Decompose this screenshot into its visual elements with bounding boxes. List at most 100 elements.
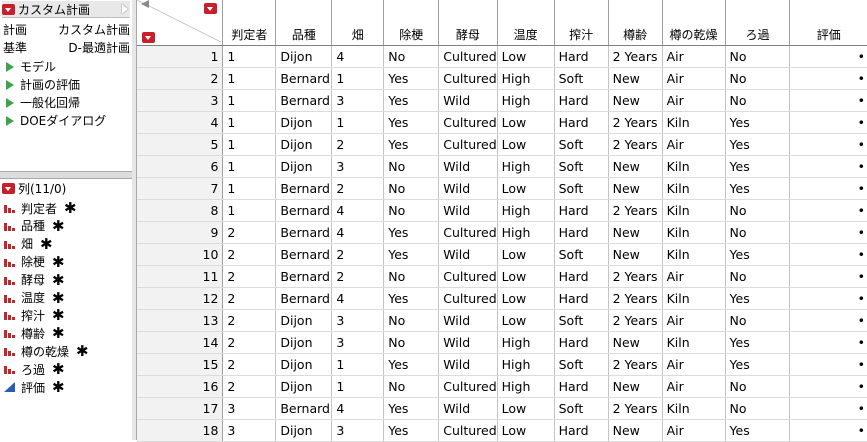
table-cell[interactable]: Wild xyxy=(438,199,498,222)
table-cell[interactable]: 4 xyxy=(331,199,385,222)
row-number[interactable]: 5 xyxy=(137,133,224,156)
table-cell[interactable]: 4 xyxy=(331,45,385,68)
table-cell[interactable]: • xyxy=(789,397,867,420)
table-cell[interactable]: No xyxy=(725,199,791,222)
table-cell[interactable]: 1 xyxy=(222,67,277,90)
table-cell[interactable]: High xyxy=(497,155,555,178)
table-cell[interactable]: Dijon xyxy=(275,45,333,68)
table-cell[interactable]: No xyxy=(725,397,791,420)
table-cell[interactable]: No xyxy=(383,265,440,288)
column-item[interactable]: 樽齢 ✱ xyxy=(3,324,65,342)
table-cell[interactable]: 1 xyxy=(331,67,385,90)
table-row[interactable]: 16 2 Dijon 1 No Cultured High Hard New Air No • xyxy=(137,375,867,398)
table-cell[interactable]: 3 xyxy=(331,155,385,178)
table-cell[interactable]: 1 xyxy=(222,199,277,222)
table-cell[interactable]: • xyxy=(789,419,867,442)
table-cell[interactable]: Soft xyxy=(554,353,609,376)
table-cell[interactable]: Hard xyxy=(554,331,609,354)
table-cell[interactable]: High xyxy=(497,199,555,222)
column-header[interactable]: 搾汁 xyxy=(554,0,609,46)
table-cell[interactable]: New xyxy=(608,243,663,266)
table-cell[interactable]: Yes xyxy=(725,287,791,310)
table-cell[interactable]: Yes xyxy=(725,243,791,266)
table-cell[interactable]: Soft xyxy=(554,155,609,178)
table-cell[interactable]: Cultured xyxy=(438,221,498,244)
column-header[interactable]: 判定者 xyxy=(222,0,277,46)
table-cell[interactable]: New xyxy=(608,155,663,178)
table-cell[interactable]: 3 xyxy=(331,309,385,332)
table-cell[interactable]: Air xyxy=(662,45,726,68)
table-cell[interactable]: Yes xyxy=(383,353,440,376)
table-cell[interactable]: Air xyxy=(662,265,726,288)
table-cell[interactable]: 4 xyxy=(331,397,385,420)
table-cell[interactable]: Kiln xyxy=(662,397,726,420)
table-cell[interactable]: 4 xyxy=(331,287,385,310)
table-cell[interactable]: • xyxy=(789,221,867,244)
columns-menu-icon[interactable] xyxy=(2,183,15,194)
table-cell[interactable]: Air xyxy=(662,309,726,332)
row-number[interactable]: 14 xyxy=(137,331,224,354)
table-cell[interactable]: Dijon xyxy=(275,419,333,442)
table-cell[interactable]: Kiln xyxy=(662,243,726,266)
table-cell[interactable]: Soft xyxy=(554,309,609,332)
table-cell[interactable]: 3 xyxy=(222,397,277,420)
table-cell[interactable]: • xyxy=(789,375,867,398)
table-row[interactable]: 6 1 Dijon 3 No Wild High Soft New Kiln Yes • xyxy=(137,155,867,178)
table-cell[interactable]: No xyxy=(383,309,440,332)
row-number[interactable]: 4 xyxy=(137,111,224,134)
table-cell[interactable]: New xyxy=(608,331,663,354)
table-cell[interactable]: New xyxy=(608,89,663,112)
table-cell[interactable]: Hard xyxy=(554,111,609,134)
column-item[interactable]: 判定者 ✱ xyxy=(3,199,77,217)
row-number[interactable]: 1 xyxy=(137,45,224,68)
table-cell[interactable]: Cultured xyxy=(438,265,498,288)
table-cell[interactable]: Hard xyxy=(554,375,609,398)
table-cell[interactable]: Wild xyxy=(438,353,498,376)
table-cell[interactable]: Yes xyxy=(383,243,440,266)
table-cell[interactable]: Kiln xyxy=(662,155,726,178)
table-cell[interactable]: 2 xyxy=(331,177,385,200)
table-menu-icon[interactable] xyxy=(2,3,15,15)
table-cell[interactable]: • xyxy=(789,67,867,90)
table-cell[interactable]: 2 xyxy=(331,133,385,156)
table-cell[interactable]: 2 xyxy=(331,265,385,288)
row-number[interactable]: 3 xyxy=(137,89,224,112)
column-item[interactable]: 品種 ✱ xyxy=(3,217,65,235)
table-cell[interactable]: No xyxy=(383,177,440,200)
row-number[interactable]: 18 xyxy=(137,419,224,442)
column-item[interactable]: 搾汁 ✱ xyxy=(3,306,65,324)
row-number[interactable]: 8 xyxy=(137,199,224,222)
table-cell[interactable]: Low xyxy=(497,397,555,420)
table-cell[interactable]: Wild xyxy=(438,155,498,178)
row-number[interactable]: 15 xyxy=(137,353,224,376)
table-cell[interactable]: 2 Years xyxy=(608,353,663,376)
row-number[interactable]: 16 xyxy=(137,375,224,398)
script-generalized-regression[interactable]: 一般化回帰 xyxy=(6,94,80,111)
table-cell[interactable]: 1 xyxy=(331,111,385,134)
asterisk-icon[interactable]: ✱ xyxy=(52,290,65,305)
table-row[interactable]: 1 1 Dijon 4 No Cultured Low Hard 2 Years Air No • xyxy=(137,45,867,68)
table-cell[interactable]: Bernard xyxy=(275,199,333,222)
table-cell[interactable]: • xyxy=(789,199,867,222)
column-header[interactable]: 評価 xyxy=(789,0,867,46)
table-cell[interactable]: 2 xyxy=(331,243,385,266)
table-row[interactable]: 3 1 Bernard 3 Yes Wild High Hard New Air No • xyxy=(137,89,867,112)
table-cell[interactable]: 2 Years xyxy=(608,45,663,68)
table-row[interactable]: 18 3 Dijon 3 Yes Cultured Low Hard New Air Yes • xyxy=(137,419,867,442)
table-cell[interactable]: Wild xyxy=(438,309,498,332)
asterisk-icon[interactable]: ✱ xyxy=(52,254,65,269)
table-cell[interactable]: Bernard xyxy=(275,89,333,112)
columns-panel-header[interactable]: 列(11/0) xyxy=(2,180,130,197)
table-cell[interactable]: Soft xyxy=(554,243,609,266)
row-menu-red-icon[interactable] xyxy=(142,32,155,43)
table-cell[interactable]: Dijon xyxy=(275,111,333,134)
row-number[interactable]: 13 xyxy=(137,309,224,332)
row-number[interactable]: 7 xyxy=(137,177,224,200)
table-cell[interactable]: No xyxy=(383,45,440,68)
column-item[interactable]: 樽の乾燥 ✱ xyxy=(3,342,89,360)
table-cell[interactable]: • xyxy=(789,265,867,288)
table-cell[interactable]: Yes xyxy=(383,287,440,310)
table-cell[interactable]: Yes xyxy=(383,111,440,134)
table-cell[interactable]: Kiln xyxy=(662,331,726,354)
table-cell[interactable]: 1 xyxy=(222,155,277,178)
